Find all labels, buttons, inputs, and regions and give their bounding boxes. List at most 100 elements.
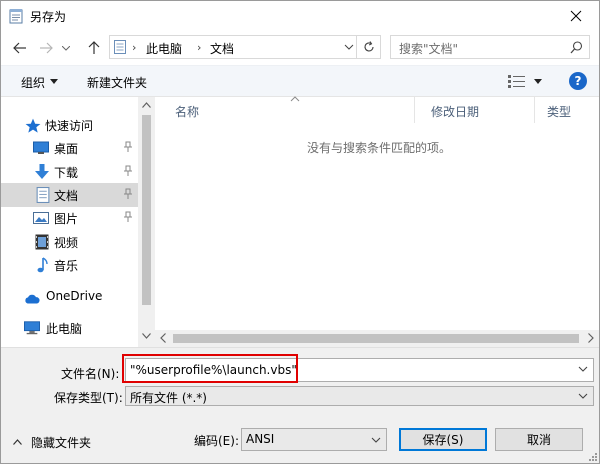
sidebar-item-this-pc[interactable]: 此电脑 [1,316,138,340]
nav-scrollbar[interactable] [138,97,155,347]
sidebar-item-label: 下载 [54,166,79,180]
scroll-left-icon[interactable] [160,333,166,343]
column-label: 类型 [547,105,572,119]
column-header-modified[interactable]: 修改日期 [415,97,535,123]
address-bar[interactable]: › 此电脑 › 文档 [109,35,381,59]
sidebar-item-videos[interactable]: 视频 [1,230,138,254]
sidebar-item-music[interactable]: 音乐 [1,253,138,277]
pin-icon[interactable] [123,211,133,223]
empty-message: 没有与搜索条件匹配的项。 [307,141,452,155]
picture-icon [33,212,49,224]
refresh-icon [363,41,374,52]
save-button[interactable]: 保存(S) [399,428,487,451]
arrow-up-icon [88,41,100,54]
filetype-select[interactable]: 所有文件 (*.*) [125,386,594,406]
save-form: 文件名(N): "%userprofile%\launch.vbs" 保存类型(… [1,347,599,463]
sidebar-item-downloads[interactable]: 下载 [1,160,138,184]
sidebar-item-label: 图片 [54,212,79,226]
file-list: 名称 修改日期 类型 没有与搜索条件匹配的项。 [155,96,599,347]
breadcrumb-this-pc[interactable]: 此电脑 [146,40,182,57]
save-as-dialog: 另存为 › 此电脑 › 文档 搜索"文档" 组织 新建文件夹 ? 快速访问 桌面… [0,0,600,464]
up-button[interactable] [83,37,105,59]
encoding-select[interactable]: ANSI [241,428,387,451]
resize-grip-icon[interactable] [587,451,597,461]
sidebar-item-label: 视频 [54,236,79,250]
cloud-icon [25,294,40,304]
horizontal-scrollbar-thumb[interactable] [173,334,579,343]
chevron-down-icon[interactable] [344,42,354,52]
sidebar-item-label: 音乐 [54,259,79,273]
pin-icon[interactable] [123,141,133,153]
music-icon [37,257,48,273]
scroll-right-icon[interactable] [588,333,594,343]
sidebar-item-pictures[interactable]: 图片 [1,206,138,230]
help-button[interactable]: ? [569,72,587,90]
filename-highlight-box [122,354,298,383]
hide-folders-label: 隐藏文件夹 [31,436,92,450]
nav-scrollbar-thumb[interactable] [142,115,151,305]
chevron-up-icon [13,439,22,445]
pin-icon[interactable] [123,165,133,177]
cancel-button[interactable]: 取消 [495,428,583,451]
filetype-label: 保存类型(T): [54,391,123,405]
close-icon [570,10,582,22]
navigation-bar: › 此电脑 › 文档 搜索"文档" [1,31,599,65]
download-icon [35,164,49,179]
breadcrumb-separator: › [197,41,202,54]
search-input[interactable]: 搜索"文档" [390,35,590,59]
view-options-icon[interactable] [508,75,526,89]
refresh-button[interactable] [356,36,380,58]
window-title: 另存为 [30,10,67,24]
scroll-down-icon[interactable] [142,333,151,339]
column-header-type[interactable]: 类型 [535,97,599,123]
chevron-down-icon[interactable] [578,366,588,372]
chevron-down-icon [62,45,70,51]
sidebar-item-label: 桌面 [54,142,79,156]
close-button[interactable] [553,1,599,31]
back-button[interactable] [9,37,31,59]
sidebar-item-label: 文档 [54,189,79,203]
sidebar-item-label: 快速访问 [45,119,94,133]
scroll-up-icon[interactable] [142,102,151,108]
breadcrumb-separator: › [132,41,137,54]
chevron-down-icon[interactable] [371,437,381,443]
notepad-icon [9,9,23,24]
sort-caret-icon [290,96,300,102]
document-icon [114,40,126,54]
document-icon [36,187,50,203]
chevron-down-icon[interactable] [578,393,588,399]
filename-label: 文件名(N): [61,367,120,381]
column-label: 修改日期 [431,105,480,119]
video-icon [35,234,49,250]
column-header-name[interactable]: 名称 [155,96,415,123]
breadcrumb-documents[interactable]: 文档 [210,40,234,57]
sidebar-item-quick-access[interactable]: 快速访问 [1,113,138,137]
recent-locations-button[interactable] [59,37,73,59]
horizontal-scrollbar[interactable] [155,330,599,347]
sidebar-item-onedrive[interactable]: OneDrive [1,285,138,309]
desktop-icon [33,141,49,154]
sidebar-item-label: 此电脑 [46,322,83,336]
encoding-value: ANSI [246,432,275,446]
filetype-value: 所有文件 (*.*) [130,391,207,405]
title-bar: 另存为 [1,1,599,31]
search-placeholder: 搜索"文档" [399,42,459,56]
sidebar-item-documents[interactable]: 文档 [1,183,138,207]
arrow-right-icon [40,42,53,54]
search-icon[interactable] [570,41,583,54]
caret-down-icon [50,79,58,84]
arrow-left-icon [13,42,26,54]
computer-icon [24,321,40,335]
column-label: 名称 [175,105,200,119]
organize-menu[interactable]: 组织 [21,74,45,91]
caret-down-icon[interactable] [534,79,542,84]
star-icon [25,118,41,133]
pin-icon[interactable] [123,188,133,200]
new-folder-button[interactable]: 新建文件夹 [87,74,147,91]
navigation-pane: 快速访问 桌面 下载 文档 图片 视频 音乐 OneDrive 此电脑 [1,97,155,347]
command-bar: 组织 新建文件夹 ? [1,65,599,97]
encoding-label: 编码(E): [194,434,239,448]
sidebar-item-desktop[interactable]: 桌面 [1,136,138,160]
forward-button[interactable] [35,37,57,59]
sidebar-item-label: OneDrive [46,289,103,303]
